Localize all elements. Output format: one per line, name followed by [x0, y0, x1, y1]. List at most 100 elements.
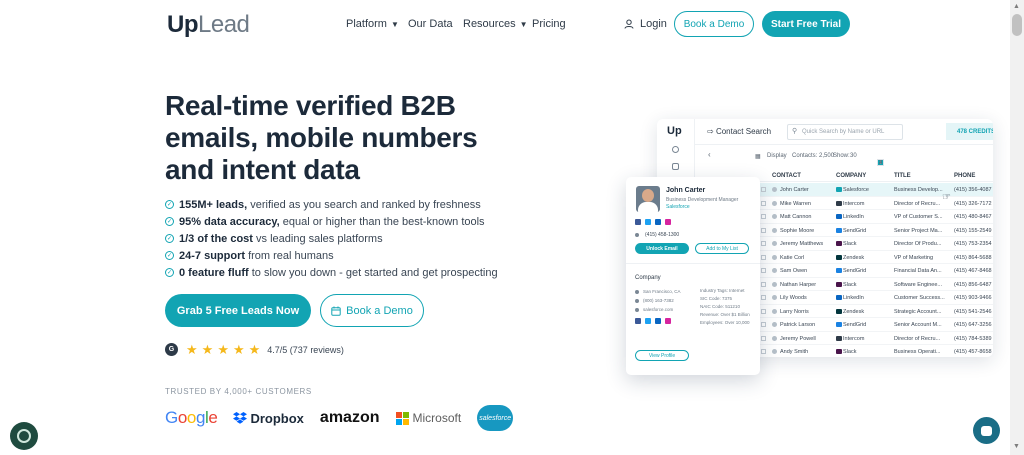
company-logo-icon: [836, 295, 842, 300]
app-search-input[interactable]: ⚲ Quick Search by Name or URL: [787, 124, 903, 140]
company-logo-icon: [836, 241, 842, 246]
uplead-logo[interactable]: UpLead: [167, 11, 250, 39]
col-company[interactable]: COMPANY: [836, 173, 866, 179]
nav-platform[interactable]: Platform ▼: [346, 18, 399, 30]
start-free-trial-button[interactable]: Start Free Trial: [762, 11, 850, 37]
company-website[interactable]: salesforce.com: [643, 307, 673, 312]
grab-free-leads-button[interactable]: Grab 5 Free Leads Now: [165, 294, 311, 327]
row-checkbox[interactable]: [761, 254, 766, 260]
unlock-email-button[interactable]: Unlock Email: [635, 243, 689, 254]
login-label: Login: [640, 18, 667, 30]
feature-bold: 24-7 support: [179, 249, 246, 262]
nav-pricing[interactable]: Pricing: [532, 18, 566, 30]
phone-cell: (415) 480-8467: [954, 214, 992, 220]
app-logo: Up: [667, 125, 682, 137]
logo-up: Up: [167, 11, 199, 38]
col-contact[interactable]: CONTACT: [772, 173, 801, 179]
title-cell: Director of Recru...: [894, 200, 941, 207]
feature-item: ✓ 24-7 support from real humans: [165, 247, 498, 264]
chevron-left-icon[interactable]: ‹: [708, 150, 711, 159]
hero-book-demo-button[interactable]: Book a Demo: [320, 294, 424, 327]
nav-resources[interactable]: Resources ▼: [463, 18, 528, 30]
logo-lead: Lead: [198, 11, 250, 38]
company-cell: Slack: [843, 349, 857, 355]
phone-cell: (415) 784-5389: [954, 335, 992, 342]
row-checkbox[interactable]: [761, 349, 766, 354]
star-icon: ★: [248, 342, 261, 357]
instagram-icon[interactable]: [665, 318, 671, 324]
page-button[interactable]: 4: [877, 159, 884, 166]
company-cell: Zendesk: [843, 308, 865, 315]
columns-icon[interactable]: ▦: [755, 153, 761, 160]
row-checkbox[interactable]: [761, 268, 766, 273]
twitter-icon[interactable]: [645, 318, 651, 324]
contact-company[interactable]: Salesforce: [666, 204, 690, 210]
row-checkbox[interactable]: [761, 241, 766, 246]
nav-our-data-label: Our Data: [408, 18, 453, 30]
chevron-down-icon: ▼: [390, 19, 399, 29]
review-rating[interactable]: G ★ ★ ★ ★ ★ 4.7/5 (737 reviews): [165, 343, 344, 356]
row-checkbox[interactable]: [761, 295, 766, 300]
show-label: Show:: [833, 153, 850, 159]
cookie-settings-button[interactable]: [10, 422, 38, 450]
feature-text: vs leading sales platforms: [252, 232, 383, 245]
header-book-demo-button[interactable]: Book a Demo: [674, 11, 754, 37]
phone-cell: (415) 326-7172: [954, 200, 992, 207]
row-checkbox[interactable]: [761, 227, 766, 233]
avatar: [772, 295, 777, 300]
company-section-title: Company: [635, 275, 661, 281]
social-links: [635, 219, 671, 225]
col-title[interactable]: TITLE: [894, 173, 911, 179]
avatar: [772, 322, 777, 327]
row-checkbox[interactable]: [761, 322, 766, 327]
contact-role: Business Development Manager: [666, 197, 739, 203]
industry-tags: Industry Tags: Internet: [700, 288, 745, 293]
title-cell: Financial Data An...: [894, 268, 942, 274]
company-social-links: [635, 318, 671, 324]
company-cell: LinkedIn: [843, 295, 864, 301]
scroll-down-icon[interactable]: ▼: [1013, 443, 1020, 450]
company-logo-icon: [836, 227, 842, 233]
show-select[interactable]: 30: [850, 153, 857, 159]
feature-item: ✓ 0 feature fluff to slow you down - get…: [165, 264, 498, 281]
customer-logos: Google Dropbox amazon Microsoft salesfor…: [165, 404, 514, 432]
instagram-icon[interactable]: [665, 219, 671, 225]
row-checkbox[interactable]: [761, 214, 766, 219]
feature-bold: 155M+ leads,: [179, 198, 248, 211]
row-checkbox[interactable]: [761, 200, 766, 206]
hero-title: Real-time verified B2B emails, mobile nu…: [165, 90, 478, 185]
dropbox-logo: Dropbox: [233, 411, 304, 426]
avatar: [772, 214, 777, 219]
check-icon: ✓: [165, 234, 174, 243]
check-icon: ✓: [165, 251, 174, 260]
scrollbar-thumb[interactable]: [1012, 14, 1022, 36]
phone-cell: (415) 753-2354: [954, 241, 992, 247]
linkedin-icon[interactable]: [655, 219, 661, 225]
chat-button[interactable]: [973, 417, 1000, 444]
col-phone[interactable]: PHONE: [954, 173, 975, 179]
title-cell: Director of Recru...: [894, 335, 941, 342]
title-cell: Senior Project Ma...: [894, 227, 943, 234]
row-checkbox[interactable]: [761, 308, 766, 314]
login-link[interactable]: Login: [624, 18, 667, 30]
nav-our-data[interactable]: Our Data: [408, 18, 453, 30]
add-to-list-button[interactable]: Add to My List: [695, 243, 749, 254]
check-icon: ✓: [165, 268, 174, 277]
twitter-icon[interactable]: [645, 219, 651, 225]
scrollbar[interactable]: [1010, 0, 1024, 455]
company-phone: (800) 163-7382: [643, 298, 674, 303]
row-checkbox[interactable]: [761, 187, 766, 192]
scroll-up-icon[interactable]: ▲: [1013, 3, 1020, 10]
row-checkbox[interactable]: [761, 335, 766, 341]
linkedin-icon[interactable]: [655, 318, 661, 324]
row-checkbox[interactable]: [761, 281, 766, 287]
facebook-icon[interactable]: [635, 219, 641, 225]
avatar: [772, 241, 777, 246]
avatar: [772, 308, 777, 314]
facebook-icon[interactable]: [635, 318, 641, 324]
company-cell: Slack: [843, 281, 857, 288]
view-profile-button[interactable]: View Profile: [635, 350, 689, 361]
g2-logo-icon: G: [165, 343, 178, 356]
contact-cell: Matt Cannon: [780, 214, 812, 220]
location-icon: [635, 290, 639, 294]
